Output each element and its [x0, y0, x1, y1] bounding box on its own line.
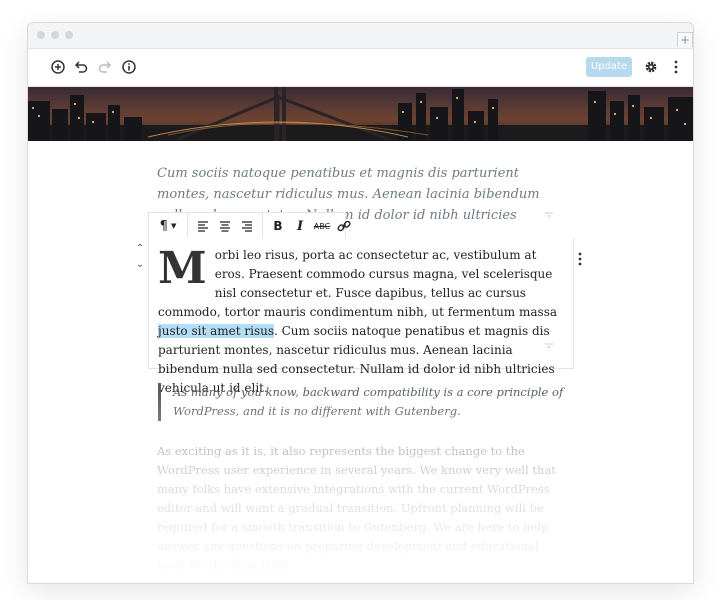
quote-text: As many of you know, backward compatibil…: [173, 385, 564, 418]
paragraph-text[interactable]: Morbi leo risus, porta ac consectetur ac…: [158, 246, 558, 398]
align-center-icon[interactable]: [214, 216, 236, 236]
bold-button[interactable]: B: [267, 216, 289, 236]
block-type-section: ¶ ▼: [149, 213, 188, 239]
block-settings-faint-icon: [545, 343, 553, 350]
selected-text[interactable]: justo sit amet risus: [158, 324, 274, 338]
quote-block[interactable]: As many of you know, backward compatibil…: [158, 383, 583, 421]
undo-icon[interactable]: [73, 59, 89, 75]
info-icon[interactable]: [121, 59, 137, 75]
align-left-icon[interactable]: [192, 216, 214, 236]
move-up-icon[interactable]: ⌃: [134, 243, 146, 255]
chevron-down-icon: ▼: [170, 222, 177, 230]
window-dot-close[interactable]: [37, 31, 45, 39]
redo-icon[interactable]: [97, 59, 113, 75]
update-button[interactable]: Update: [586, 57, 632, 77]
strikethrough-button[interactable]: ABC: [311, 216, 333, 236]
paragraph-icon: ¶: [159, 218, 168, 234]
align-right-icon[interactable]: [236, 216, 258, 236]
dropcap-letter: M: [158, 243, 207, 294]
block-more-options-icon[interactable]: [577, 251, 583, 267]
paragraph-block-active[interactable]: Morbi leo risus, porta ac consectetur ac…: [148, 238, 574, 395]
gear-icon[interactable]: [643, 59, 659, 75]
alignment-section: [188, 213, 263, 239]
paragraph-type-dropdown[interactable]: ¶ ▼: [153, 216, 183, 236]
add-block-icon[interactable]: [50, 59, 66, 75]
featured-image[interactable]: [28, 87, 693, 141]
link-icon[interactable]: [333, 216, 355, 236]
faded-paragraph[interactable]: As exciting as it is, it also represents…: [157, 442, 567, 575]
move-down-icon[interactable]: ⌄: [134, 259, 146, 271]
window-dot-minimize[interactable]: [51, 31, 59, 39]
block-toolbar: ¶ ▼ B I ABC: [148, 212, 351, 240]
city-skyline-image: [28, 87, 693, 141]
editor-window: + Update Cum sociis natoque penatibus et…: [27, 22, 694, 584]
block-settings-faint-icon: [545, 212, 553, 219]
formatting-section: B I ABC: [263, 213, 359, 239]
italic-button[interactable]: I: [289, 216, 311, 236]
more-vertical-icon[interactable]: [668, 59, 684, 75]
browser-chrome: +: [28, 23, 693, 49]
new-tab-icon[interactable]: +: [677, 32, 693, 47]
window-dot-maximize[interactable]: [65, 31, 73, 39]
editor-toolbar: Update: [28, 49, 693, 87]
paragraph-text-before: orbi leo risus, porta ac consectetur ac,…: [158, 248, 558, 319]
